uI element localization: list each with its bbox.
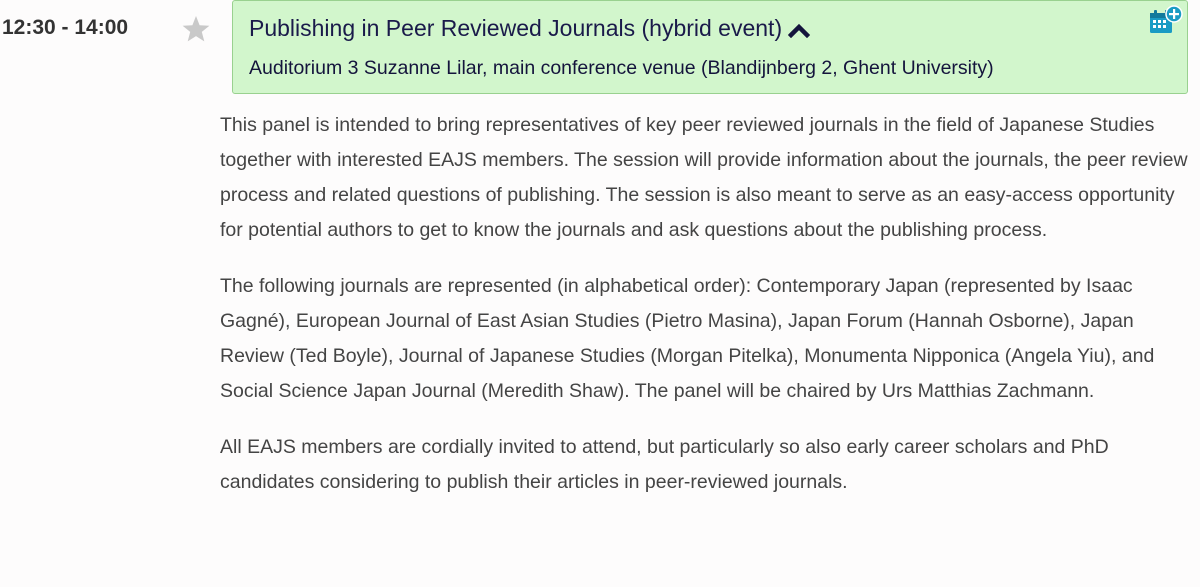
- calendar-add-icon[interactable]: [1149, 5, 1183, 37]
- description-paragraph: This panel is intended to bring represen…: [220, 114, 1188, 241]
- session-header[interactable]: Publishing in Peer Reviewed Journals (hy…: [232, 0, 1188, 94]
- session-time: 12:30 - 14:00: [2, 16, 129, 39]
- description-paragraph: The following journals are represented (…: [220, 275, 1155, 402]
- star-icon[interactable]: [181, 14, 211, 44]
- session-title: Publishing in Peer Reviewed Journals (hy…: [249, 15, 783, 41]
- session-title-toggle[interactable]: Publishing in Peer Reviewed Journals (hy…: [249, 15, 811, 42]
- chevron-up-icon[interactable]: [788, 22, 811, 38]
- description-paragraph: All EAJS members are cordially invited t…: [220, 436, 1109, 493]
- session-item: 12:30 - 14:00 Publishing in Peer Reviewe…: [0, 0, 1200, 587]
- session-description: This panel is intended to bring represen…: [220, 108, 1192, 521]
- session-location: Auditorium 3 Suzanne Lilar, main confere…: [249, 57, 994, 79]
